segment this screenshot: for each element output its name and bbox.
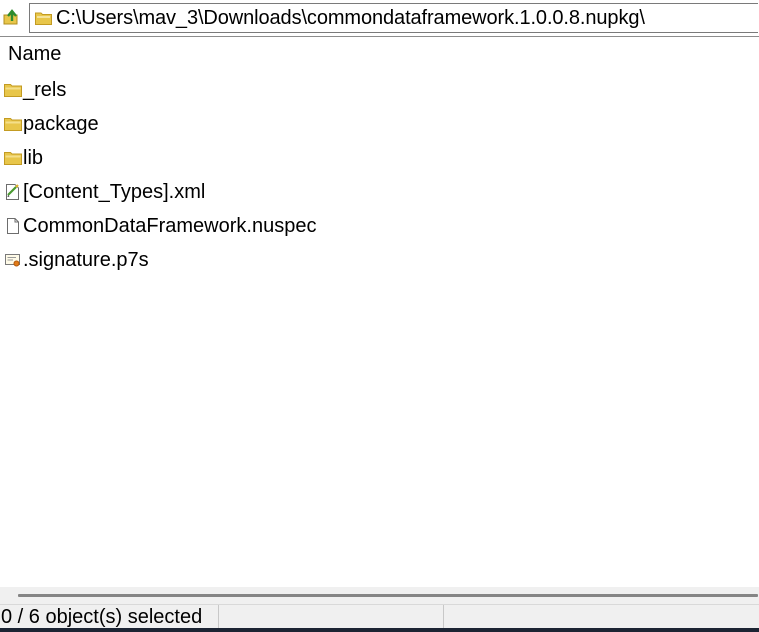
file-list: Name _rels package lib [Content_Types].x… xyxy=(0,37,759,587)
folder-up-icon xyxy=(3,9,18,25)
list-item[interactable]: [Content_Types].xml xyxy=(0,175,759,209)
status-selection-cell: 0 / 6 object(s) selected xyxy=(0,605,219,629)
certificate-file-icon xyxy=(3,250,23,270)
column-header-label: Name xyxy=(8,42,62,65)
path-bar: C:\Users\mav_3\Downloads\commondataframe… xyxy=(0,0,759,37)
list-item-label: CommonDataFramework.nuspec xyxy=(23,214,317,237)
list-item-label: package xyxy=(23,112,99,135)
scrollbar-thumb[interactable] xyxy=(18,594,758,597)
up-folder-button[interactable] xyxy=(0,3,24,31)
xml-file-icon xyxy=(3,182,23,202)
status-bar: 0 / 6 object(s) selected xyxy=(0,604,759,629)
path-text: C:\Users\mav_3\Downloads\commondataframe… xyxy=(56,6,645,29)
list-item[interactable]: lib xyxy=(0,141,759,175)
column-header-name[interactable]: Name xyxy=(0,37,759,71)
status-cell-empty xyxy=(219,605,444,629)
list-item-label: [Content_Types].xml xyxy=(23,180,206,203)
list-item[interactable]: .signature.p7s xyxy=(0,243,759,277)
list-item-label: _rels xyxy=(23,78,67,101)
selection-count: 0 / 6 object(s) selected xyxy=(1,606,203,628)
folder-icon xyxy=(3,148,23,168)
list-item-label: .signature.p7s xyxy=(23,248,149,271)
folder-icon xyxy=(3,80,23,100)
file-icon xyxy=(3,216,23,236)
list-item-label: lib xyxy=(23,146,44,169)
folder-icon xyxy=(35,10,53,26)
list-item[interactable]: _rels xyxy=(0,73,759,107)
taskbar-edge xyxy=(0,628,759,632)
list-item[interactable]: CommonDataFramework.nuspec xyxy=(0,209,759,243)
horizontal-scrollbar[interactable] xyxy=(0,587,759,604)
folder-icon xyxy=(3,114,23,134)
path-field[interactable]: C:\Users\mav_3\Downloads\commondataframe… xyxy=(29,3,758,33)
file-rows: _rels package lib [Content_Types].xml Co… xyxy=(0,73,759,277)
list-item[interactable]: package xyxy=(0,107,759,141)
